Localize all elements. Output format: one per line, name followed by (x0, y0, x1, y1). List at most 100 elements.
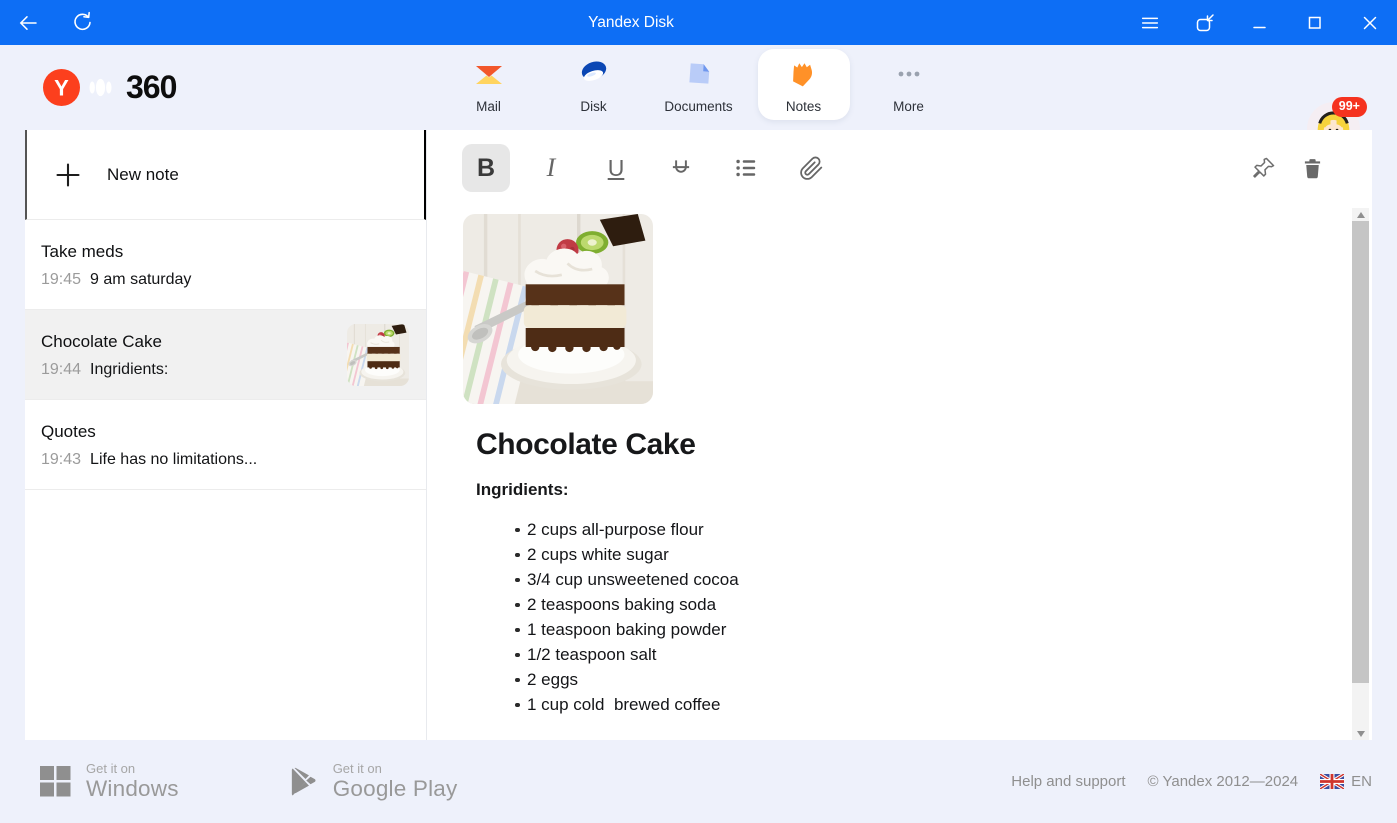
language-selector[interactable]: EN (1320, 773, 1372, 790)
y360-logo[interactable]: Y 360 (43, 69, 176, 106)
minimize-icon (1248, 11, 1272, 35)
tab-notes[interactable]: Notes (758, 49, 850, 120)
close-icon (1358, 11, 1382, 35)
tab-documents[interactable]: Documents (653, 49, 745, 120)
compact-window-button[interactable] (1177, 0, 1232, 45)
note-list-item-selected[interactable]: Chocolate Cake 19:44Ingridients: (25, 310, 426, 400)
note-item-preview: Life has no limitations... (90, 451, 257, 468)
gplay-label: Google Play (333, 776, 458, 802)
menu-icon (1139, 12, 1161, 34)
menu-button[interactable] (1122, 0, 1177, 45)
italic-icon: I (547, 153, 556, 183)
yandex-y-icon: Y (43, 69, 80, 106)
note-cake-image[interactable] (463, 214, 653, 404)
note-item-time: 19:45 (41, 271, 81, 288)
copyright-text: © Yandex 2012—2024 (1148, 773, 1299, 790)
attach-icon (799, 156, 824, 181)
new-note-button[interactable]: New note (25, 130, 426, 220)
pin-note-button[interactable] (1250, 154, 1278, 182)
documents-app-icon (681, 56, 717, 92)
tab-notes-label: Notes (786, 99, 821, 114)
note-item-time: 19:43 (41, 451, 81, 468)
bullet-list-icon (733, 155, 759, 181)
app-header: Y 360 Mail Disk Documents Notes (0, 45, 1397, 130)
tab-documents-label: Documents (664, 99, 732, 114)
tab-disk[interactable]: Disk (548, 49, 640, 120)
titlebar: Yandex Disk (0, 0, 1397, 45)
minimize-button[interactable] (1232, 0, 1287, 45)
note-list-item[interactable]: Take meds 19:45 9 am saturday (25, 220, 426, 310)
ingredient-item[interactable]: 2 cups all-purpose flour (515, 517, 1282, 542)
note-item-title: Take meds (41, 242, 410, 262)
windows-logo-icon (40, 766, 71, 797)
ingredients-list: 2 cups all-purpose flour 2 cups white su… (515, 517, 1282, 717)
ingredient-item[interactable]: 1 cup cold brewed coffee (515, 692, 1282, 717)
note-title-text[interactable]: Chocolate Cake (476, 428, 1282, 462)
note-item-preview: Ingridients: (90, 361, 168, 378)
note-item-preview: 9 am saturday (90, 271, 191, 288)
note-heading-text[interactable]: Ingridients: (476, 480, 1282, 500)
notes-app-icon (786, 56, 822, 92)
note-thumbnail-image (347, 324, 409, 386)
italic-button[interactable]: I (527, 144, 575, 192)
editor-scrollbar[interactable] (1352, 208, 1369, 740)
note-list-item[interactable]: Quotes 19:43 Life has no limitations... (25, 400, 426, 490)
maximize-icon (1303, 11, 1327, 35)
tab-mail[interactable]: Mail (443, 49, 535, 120)
scroll-up-button[interactable] (1352, 208, 1369, 221)
mail-app-icon (471, 56, 507, 92)
tab-more[interactable]: More (863, 49, 955, 120)
ingredient-item[interactable]: 3/4 cup unsweetened cocoa (515, 567, 1282, 592)
tab-more-label: More (893, 99, 924, 114)
yandex-disk-window: Yandex Disk Y 360 (0, 0, 1397, 823)
get-on-google-play-button[interactable]: Get it on Google Play (291, 761, 458, 802)
plus-icon (55, 162, 81, 188)
back-button[interactable] (6, 0, 50, 45)
ingredient-item[interactable]: 1/2 teaspoon salt (515, 642, 1282, 667)
scroll-down-button[interactable] (1352, 727, 1369, 740)
ingredient-item[interactable]: 2 teaspoons baking soda (515, 592, 1282, 617)
language-label: EN (1351, 773, 1372, 790)
disk-app-icon (576, 56, 612, 92)
bold-button[interactable]: B (462, 144, 510, 192)
ingredient-item[interactable]: 2 eggs (515, 667, 1282, 692)
refresh-icon (70, 10, 95, 35)
tab-mail-label: Mail (476, 99, 501, 114)
ingredient-item[interactable]: 2 cups white sugar (515, 542, 1282, 567)
help-and-support-link[interactable]: Help and support (1011, 773, 1125, 790)
bullet-list-button[interactable] (722, 144, 770, 192)
pin-icon (1251, 155, 1277, 181)
svg-text:Y: Y (54, 76, 69, 101)
bold-icon: B (477, 154, 495, 183)
note-editor-area[interactable]: Chocolate Cake Ingridients: 2 cups all-p… (427, 200, 1372, 717)
ingredient-item[interactable]: 1 teaspoon baking powder (515, 617, 1282, 642)
refresh-button[interactable] (60, 0, 104, 45)
maximize-button[interactable] (1287, 0, 1342, 45)
google-play-icon (291, 767, 318, 797)
strikethrough-button[interactable] (657, 144, 705, 192)
note-editor-panel: B I U (427, 130, 1372, 740)
notes-sidebar: New note Take meds 19:459 am saturday Ch… (25, 130, 427, 740)
underline-icon: U (608, 155, 625, 182)
windows-label: Windows (86, 776, 179, 802)
uk-flag-icon (1320, 774, 1344, 789)
delete-note-button[interactable] (1298, 154, 1326, 182)
logo-360-text: 360 (126, 69, 176, 106)
notification-badge: 99+ (1332, 97, 1367, 117)
get-on-windows-button[interactable]: Get it on Windows (40, 761, 179, 802)
trash-icon (1300, 156, 1325, 181)
close-button[interactable] (1342, 0, 1397, 45)
gplay-get-it-on: Get it on (333, 761, 382, 776)
attach-button[interactable] (787, 144, 835, 192)
back-icon (16, 11, 40, 35)
new-note-label: New note (107, 165, 179, 185)
y360-o-icon (82, 69, 119, 106)
note-item-title: Quotes (41, 422, 410, 442)
scroll-down-icon (1357, 731, 1365, 737)
note-item-time: 19:44 (41, 361, 81, 378)
underline-button[interactable]: U (592, 144, 640, 192)
compact-window-icon (1193, 11, 1217, 35)
app-switcher: Mail Disk Documents Notes More (443, 49, 955, 120)
more-dots-icon (891, 56, 927, 92)
scrollbar-thumb[interactable] (1352, 221, 1369, 683)
